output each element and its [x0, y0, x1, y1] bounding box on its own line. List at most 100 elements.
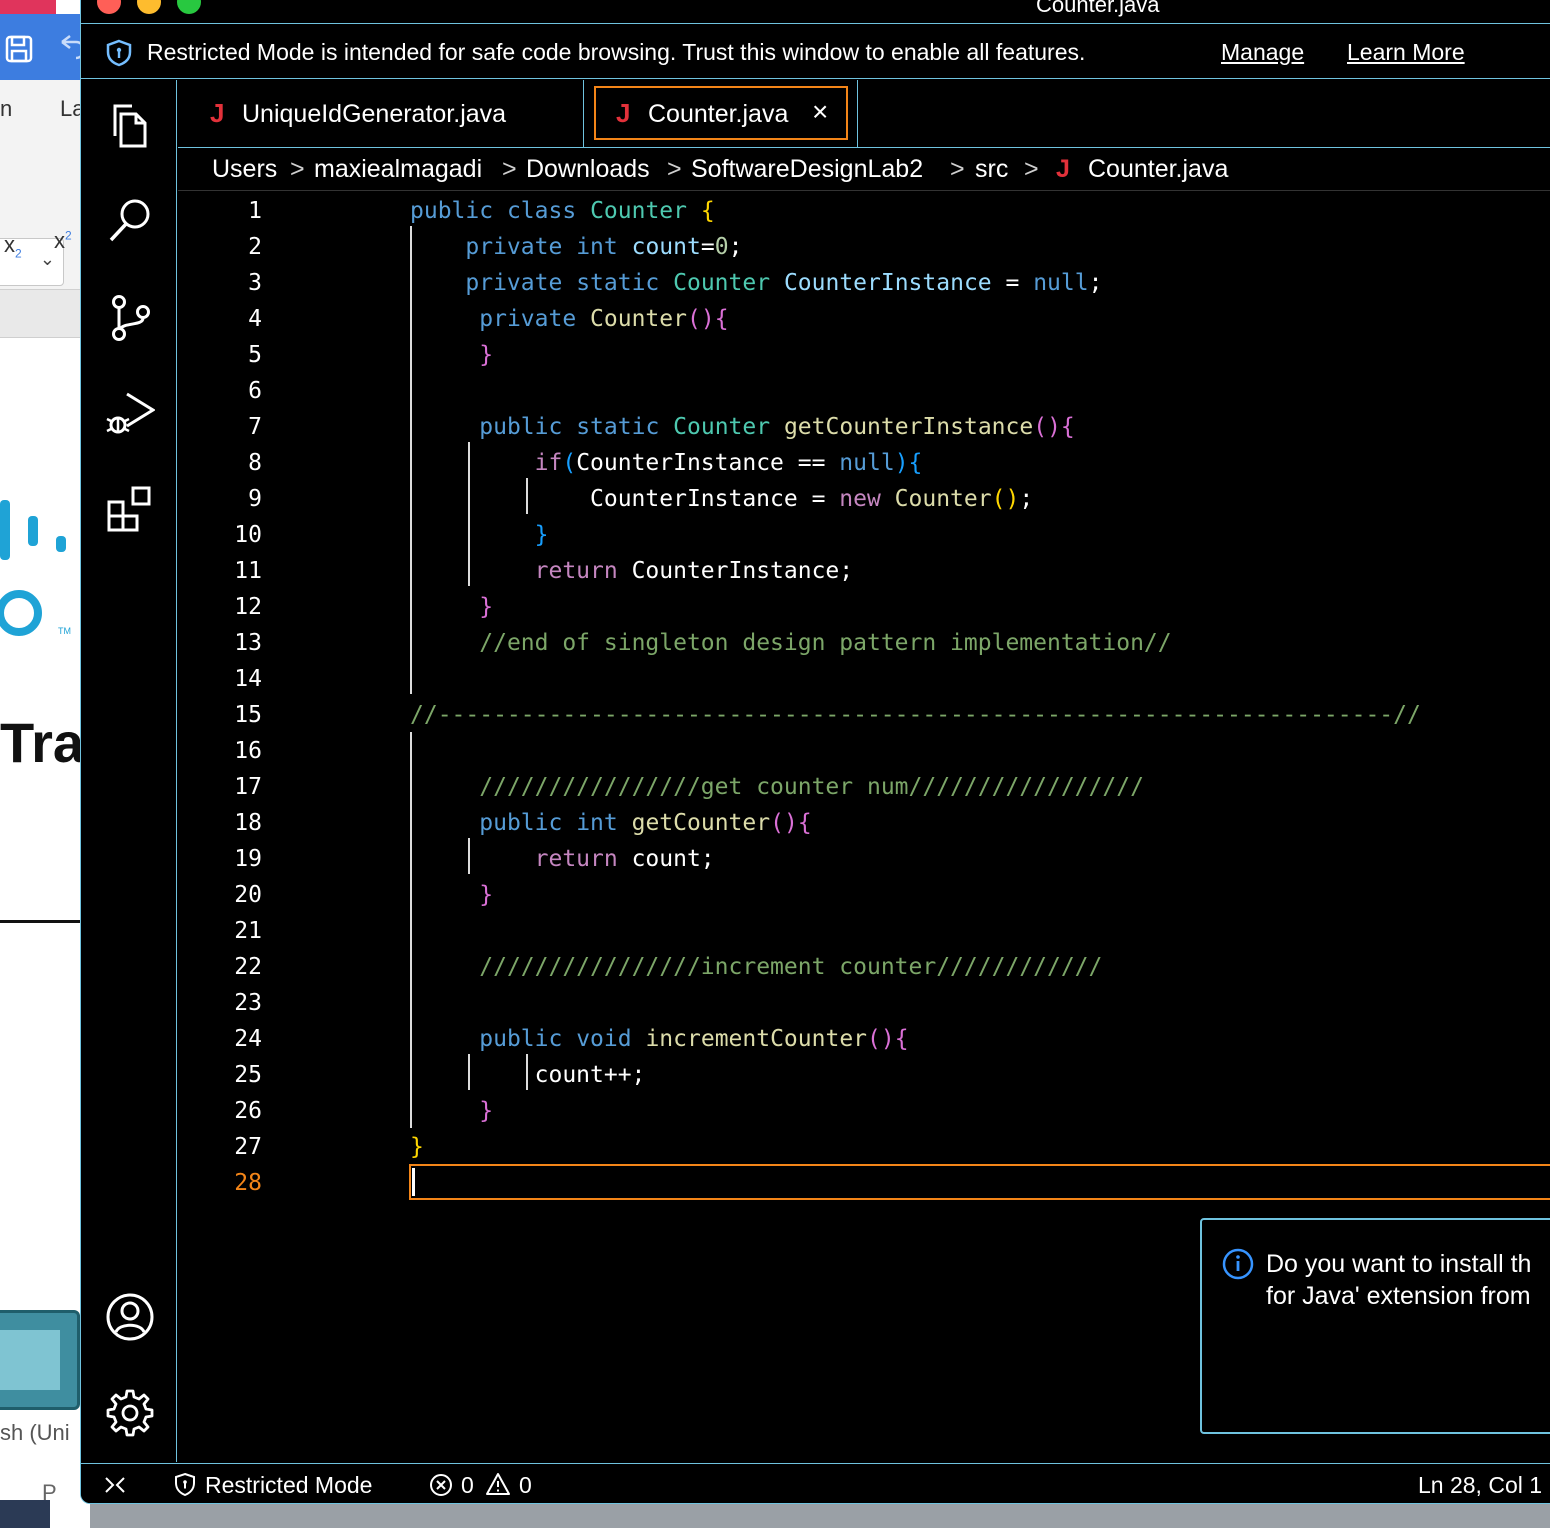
- line-number: 11: [234, 558, 262, 584]
- tab-uniqueidgenerator[interactable]: J UniqueIdGenerator.java: [178, 80, 584, 148]
- current-line-highlight: [409, 1164, 1550, 1200]
- breadcrumb-item[interactable]: Downloads: [526, 155, 650, 184]
- code-line: }: [479, 594, 494, 620]
- line-number: 24: [234, 1026, 262, 1052]
- error-icon[interactable]: [429, 1473, 453, 1497]
- line-number: 8: [248, 450, 262, 476]
- search-icon: [109, 199, 150, 242]
- line-number: 6: [248, 378, 262, 404]
- breadcrumb-item[interactable]: SoftwareDesignLab2: [691, 155, 923, 184]
- files-icon: [113, 104, 147, 148]
- text-cursor: [412, 1168, 415, 1196]
- source-control-button[interactable]: [105, 292, 155, 342]
- line-number: 23: [234, 990, 262, 1016]
- line-number: 5: [248, 342, 262, 368]
- dock-fragment: [0, 1500, 50, 1528]
- zoom-window-button[interactable]: [177, 0, 201, 14]
- code-line: private Counter(){: [479, 306, 729, 332]
- line-number: 15: [234, 702, 262, 728]
- line-number: 13: [234, 630, 262, 656]
- line-number: 4: [248, 306, 262, 332]
- code-line: ////////////////get counter num/////////…: [479, 774, 1144, 800]
- code-line: }: [479, 882, 494, 908]
- code-line: ////////////////increment counter///////…: [479, 954, 1103, 980]
- code-line: public void incrementCounter(){: [479, 1026, 909, 1052]
- breadcrumb: Users > maxiealmagadi > Downloads > Soft…: [178, 149, 1550, 191]
- close-icon[interactable]: ×: [812, 96, 828, 128]
- shield-icon: [175, 1472, 195, 1497]
- breadcrumb-item[interactable]: Users: [212, 155, 277, 184]
- code-line: }: [479, 342, 494, 368]
- document-rule: [0, 920, 90, 923]
- warning-icon[interactable]: [485, 1472, 511, 1496]
- background-app-window: n La ⌄ x2 x2 TM Tra sh (Uni P: [0, 0, 90, 1528]
- warning-count[interactable]: 0: [519, 1472, 532, 1499]
- extensions-icon: [107, 486, 151, 532]
- document-heading-fragment: Tra: [0, 711, 85, 774]
- extensions-button[interactable]: [105, 484, 155, 534]
- accounts-button[interactable]: [105, 1292, 155, 1342]
- chevron-right-icon: >: [1024, 155, 1039, 183]
- breadcrumb-file[interactable]: Counter.java: [1088, 155, 1228, 184]
- info-icon: [1222, 1248, 1254, 1280]
- code-line: //end of singleton design pattern implem…: [479, 630, 1172, 656]
- subscript-button[interactable]: x2: [4, 232, 22, 260]
- chevron-right-icon: >: [950, 155, 965, 183]
- code-line: }: [479, 1098, 494, 1124]
- trademark-mark: TM: [58, 626, 71, 636]
- code-line: //--------------------------------------…: [410, 702, 1421, 728]
- code-line: public int getCounter(){: [479, 810, 812, 836]
- java-file-icon: J: [616, 98, 631, 128]
- computer-screen-illustration: [0, 1330, 60, 1390]
- restricted-mode-status[interactable]: Restricted Mode: [205, 1472, 372, 1499]
- code-line: }: [410, 1134, 424, 1160]
- cursor-position[interactable]: Ln 28, Col 1: [1418, 1472, 1542, 1499]
- manage-settings-button[interactable]: [105, 1388, 155, 1438]
- tab-label: UniqueIdGenerator.java: [242, 100, 507, 128]
- extension-recommendation-notification[interactable]: Do you want to install th for Java' exte…: [1200, 1218, 1550, 1434]
- editor-tabs: J UniqueIdGenerator.java J Counter.java …: [178, 80, 1550, 148]
- line-number: 19: [234, 846, 262, 872]
- run-debug-icon: [106, 392, 156, 434]
- chevron-right-icon: >: [502, 155, 517, 183]
- background-app-ribbon: n La ⌄ x2 x2: [0, 80, 90, 290]
- chevron-right-icon: >: [290, 155, 305, 183]
- background-app-toolbar: [0, 14, 90, 80]
- account-icon: [106, 1293, 154, 1341]
- code-line: return count;: [534, 846, 715, 872]
- restricted-mode-banner: Restricted Mode is intended for safe cod…: [81, 25, 1550, 79]
- banner-message: Restricted Mode is intended for safe cod…: [147, 39, 1086, 65]
- manage-link[interactable]: Manage: [1221, 39, 1304, 66]
- run-debug-button[interactable]: [105, 388, 156, 438]
- chevron-down-icon: ⌄: [39, 249, 55, 269]
- learn-more-link[interactable]: Learn More: [1347, 39, 1465, 66]
- line-number: 2: [248, 234, 262, 260]
- line-number: 20: [234, 882, 262, 908]
- java-file-icon: J: [1056, 155, 1070, 183]
- code-line: return CounterInstance;: [534, 558, 854, 584]
- close-window-button[interactable]: [97, 0, 121, 14]
- line-number: 27: [234, 1134, 262, 1160]
- breadcrumb-item[interactable]: maxiealmagadi: [314, 155, 482, 184]
- tab-counter[interactable]: J Counter.java ×: [584, 80, 858, 148]
- remote-icon[interactable]: [103, 1474, 127, 1496]
- ribbon-tab-fragment: n: [0, 96, 13, 121]
- cisco-logo-ring: [0, 590, 42, 636]
- caption-fragment: sh (Uni: [0, 1420, 70, 1445]
- save-icon[interactable]: [4, 34, 34, 64]
- error-count[interactable]: 0: [461, 1472, 474, 1499]
- line-number: 21: [234, 918, 262, 944]
- breadcrumb-item[interactable]: src: [975, 155, 1008, 184]
- line-number: 10: [234, 522, 262, 548]
- line-number: 22: [234, 954, 262, 980]
- explorer-button[interactable]: [105, 100, 155, 150]
- line-number: 1: [248, 198, 262, 224]
- search-button[interactable]: [105, 194, 155, 244]
- line-number: 12: [234, 594, 262, 620]
- superscript-button[interactable]: x2: [54, 228, 72, 254]
- chevron-right-icon: >: [667, 155, 682, 183]
- source-control-icon: [112, 295, 150, 341]
- background-app-ruler: [0, 290, 90, 338]
- minimize-window-button[interactable]: [137, 0, 161, 14]
- notification-text: for Java' extension from: [1266, 1282, 1531, 1310]
